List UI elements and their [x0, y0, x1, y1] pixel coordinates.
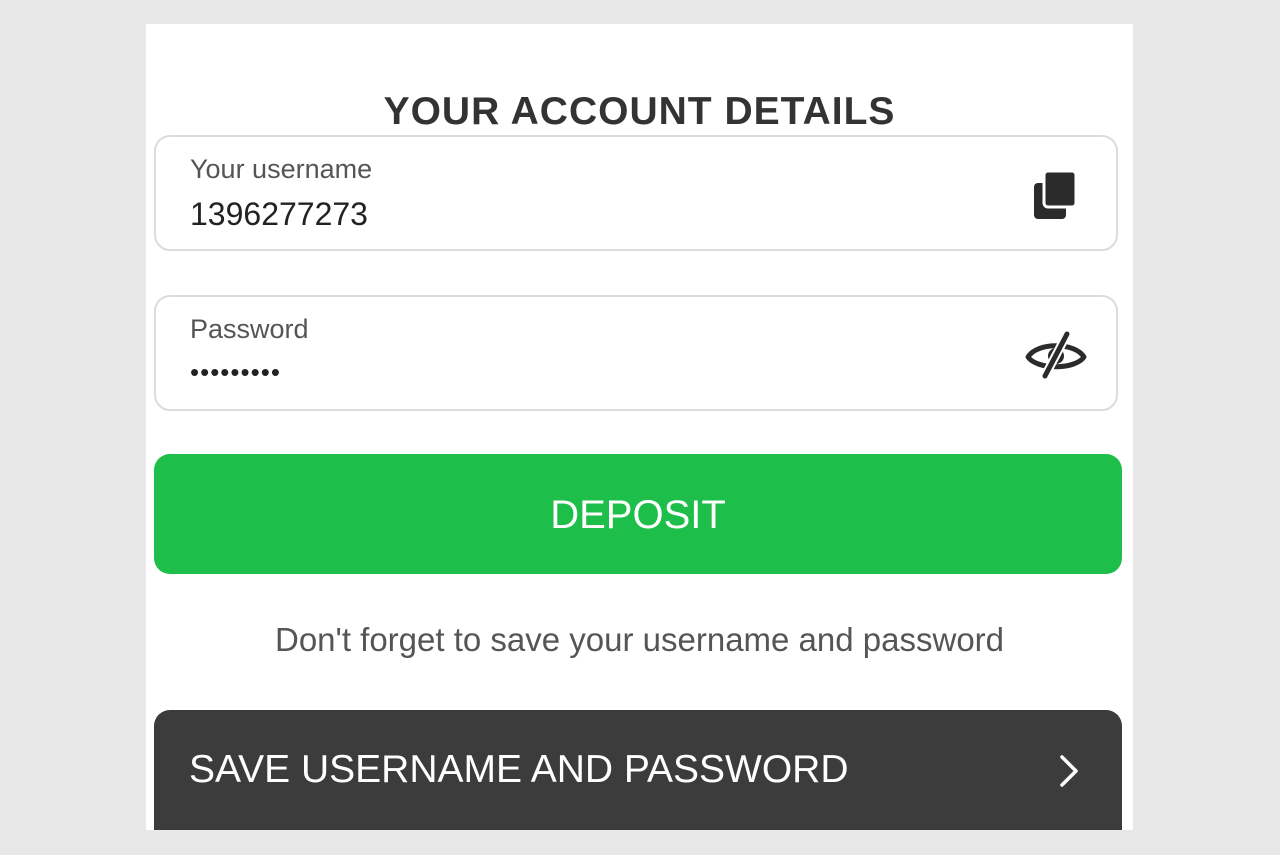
username-field[interactable]: Your username 1396277273	[154, 135, 1118, 251]
password-field[interactable]: Password •••••••••	[154, 295, 1118, 411]
chevron-right-icon	[1054, 754, 1084, 788]
account-details-panel: YOUR ACCOUNT DETAILS Your username 13962…	[146, 24, 1133, 830]
username-value[interactable]: 1396277273	[190, 195, 970, 233]
page-title: YOUR ACCOUNT DETAILS	[383, 90, 896, 133]
password-label: Password	[190, 314, 309, 344]
eye-slash-icon[interactable]	[1024, 325, 1088, 385]
password-value[interactable]: •••••••••	[190, 353, 970, 391]
username-label: Your username	[190, 154, 373, 184]
deposit-button[interactable]: DEPOSIT	[154, 454, 1122, 574]
save-credentials-label: SAVE USERNAME AND PASSWORD	[189, 748, 849, 791]
save-reminder-text: Don't forget to save your username and p…	[274, 621, 1005, 658]
copy-icon[interactable]	[1024, 165, 1088, 225]
save-credentials-button[interactable]: SAVE USERNAME AND PASSWORD	[154, 710, 1122, 830]
